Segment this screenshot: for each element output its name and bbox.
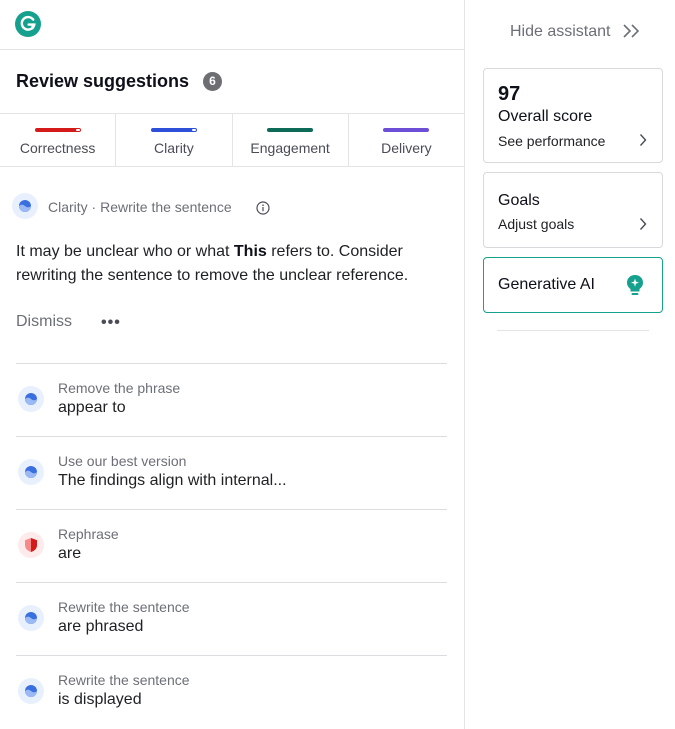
suggestion-count-badge: 6 [203,72,222,91]
tab-label: Delivery [381,140,432,156]
correctness-shield-icon [18,532,44,558]
tab-label: Clarity [154,140,194,156]
review-suggestions-title: Review suggestions [16,71,190,91]
chevron-right-icon [639,134,647,146]
suggestion-kind: Rephrase [58,526,119,542]
grammarly-g-icon[interactable] [15,11,41,37]
list-item[interactable]: Rewrite the sentence are phrased [16,582,447,655]
hide-assistant-button[interactable]: Hide assistant [510,23,611,41]
overall-score-label: Overall score [498,108,593,125]
tab-delivery[interactable]: Delivery [349,114,464,166]
suggestions-panel: Review suggestions 6 Correctness Clarity… [0,0,465,729]
clarity-bar [150,128,197,132]
tab-engagement[interactable]: Engagement [233,114,349,166]
suggestion-kind: Remove the phrase [58,380,181,396]
list-item[interactable]: Use our best version The findings align … [16,436,447,509]
logo-bar [0,0,464,50]
suggestion-category-line: Clarity · Rewrite the sentence [48,199,232,215]
overall-score-card[interactable]: 97 Overall score See performance [483,68,663,163]
lightbulb-sparkle-icon [627,275,643,295]
suggestion-kind: Rewrite the sentence [58,672,190,688]
suggestion-value: The findings align with internal... [58,472,287,489]
clarity-icon [18,605,44,631]
assistant-panel: Hide assistant 97 Overall score See perf… [465,0,675,729]
overall-score-value: 97 [498,83,521,105]
tab-correctness[interactable]: Correctness [0,114,117,166]
clarity-icon [12,193,38,219]
adjust-goals-link[interactable]: Adjust goals [498,216,574,232]
suggestion-value: are [58,545,82,562]
clarity-icon [18,386,44,412]
divider [497,330,649,331]
engagement-bar [267,128,314,132]
suggestion-kind: Rewrite the sentence [58,599,190,615]
generative-ai-label: Generative AI [498,276,595,293]
dismiss-button[interactable]: Dismiss [16,313,72,331]
correctness-bar [34,128,81,132]
clarity-icon [18,678,44,704]
goals-card[interactable]: Goals Adjust goals [483,172,663,248]
list-item[interactable]: Remove the phrase appear to [16,363,447,436]
suggestion-value: appear to [58,399,126,416]
delivery-bar [383,128,430,132]
highlighted-word: This [233,243,267,260]
suggestion-kind: Use our best version [58,453,187,469]
tab-label: Correctness [19,140,96,156]
explanation-text: It may be unclear who or what [16,243,234,260]
double-chevron-right-icon[interactable] [622,23,642,39]
suggestion-explanation: It may be unclear who or what This refer… [16,240,451,288]
clarity-icon [18,459,44,485]
suggestion-list: Remove the phrase appear to Use our best… [16,363,447,728]
list-item[interactable]: Rephrase are [16,509,447,582]
suggestion-value: are phrased [58,618,144,635]
info-icon[interactable] [256,201,270,215]
chevron-right-icon [639,218,647,230]
more-options-icon[interactable]: ••• [101,315,121,331]
suggestion-value: is displayed [58,691,142,708]
category-tabs: Correctness Clarity Engagement Delivery [0,113,464,167]
generative-ai-button[interactable]: Generative AI [483,257,663,313]
tab-label: Engagement [250,140,330,156]
see-performance-link[interactable]: See performance [498,133,605,149]
goals-title: Goals [498,192,540,209]
list-item[interactable]: Rewrite the sentence is displayed [16,655,447,728]
tab-clarity[interactable]: Clarity [116,114,233,166]
